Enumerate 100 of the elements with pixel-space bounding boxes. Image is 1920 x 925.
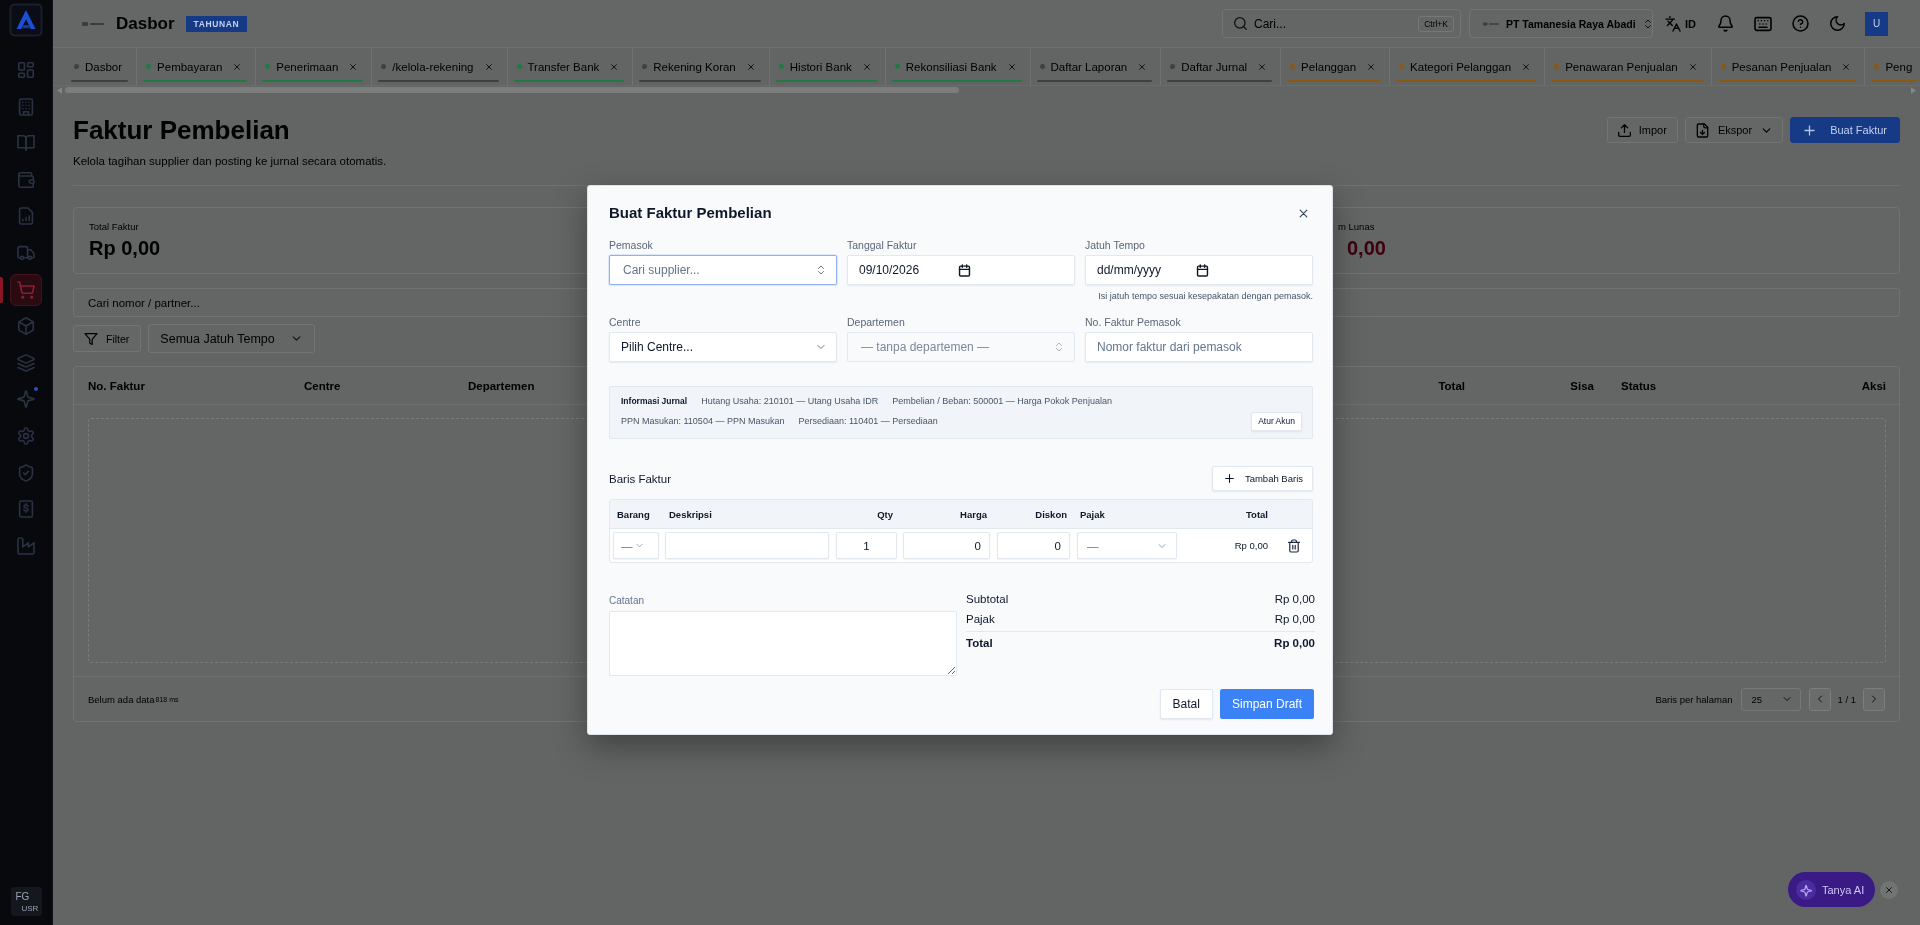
company-select[interactable]: PT Tamanesia Raya Abadi [1469,9,1653,38]
tab[interactable]: Rekening Koran [633,48,770,85]
field-label: Tanggal Faktur [847,239,917,252]
search-field[interactable]: Cari... Ctrl+K [1222,9,1461,38]
keyboard-icon[interactable] [1755,15,1771,32]
date-field[interactable]: 09/10/2026 [847,255,1075,285]
tab[interactable]: Daftar Jurnal [1161,48,1282,85]
tab[interactable]: Transfer Bank [507,48,634,85]
help-icon[interactable] [1793,16,1808,31]
company-logo-icon [1483,20,1499,27]
tax-select[interactable]: — [1077,532,1177,559]
tab[interactable]: Penawaran Penjualan [1545,48,1712,85]
updown-chevron-icon [816,265,826,275]
export-button[interactable]: Ekspor [1684,117,1784,143]
date-field[interactable]: dd/mm/yyyy [1085,255,1313,285]
quantity-field[interactable]: 1 [836,532,897,559]
calendar-icon [1197,264,1208,276]
user-avatar[interactable]: U [1865,11,1888,36]
shield-check-icon [18,464,34,481]
close-icon [1885,885,1894,894]
field-hint: Isi jatuh tempo sesuai kesepakatan dengan pemasok. [1098,290,1313,302]
user-initials: FG [15,891,30,903]
create-button[interactable]: Buat Faktur [1790,117,1900,143]
moon-icon[interactable] [1830,16,1845,31]
column-header: Diskon [1035,508,1067,520]
add-row-button[interactable]: Tambah Baris [1211,466,1313,491]
save-button[interactable]: Simpan Draft [1219,689,1314,719]
header-title: Dasbor [116,12,175,35]
tab[interactable]: Peng [1865,48,1920,85]
bell-icon[interactable] [1718,16,1733,31]
due-date-select[interactable]: Semua Jatuh Tempo [148,324,315,353]
stat-value: Rp 0,00 [89,236,161,261]
translate-icon [1666,16,1680,31]
tab[interactable]: /kelola-rekening [372,48,508,85]
settings-icon [18,427,34,444]
account-settings-button[interactable]: Atur Akun [1251,411,1302,431]
package-icon [18,318,34,335]
language-button[interactable]: ID [1666,16,1696,31]
dashboard-grid-icon [18,62,34,78]
next-page-button[interactable] [1863,687,1885,711]
page-subtitle: Kelola tagihan supplier dan posting ke jurnal secara otomatis. [73,154,387,169]
tab[interactable]: Histori Bank [769,48,886,85]
plus-icon [1223,473,1235,484]
combobox[interactable]: Cari supplier... [609,255,837,285]
updown-chevron-icon [1642,18,1653,29]
tab[interactable]: Kategori Pelanggan [1390,48,1546,85]
user-avatar[interactable]: FG USR [10,887,42,916]
scroll-left-icon [57,86,62,94]
column-header: Total [1246,508,1268,520]
empty-table-text: Belum ada data [88,693,155,705]
tab[interactable]: Rekonsiliasi Bank [885,48,1031,85]
description-field[interactable] [665,532,829,559]
column-header: Sisa [1570,379,1594,392]
dollar-document-icon [18,501,34,518]
previous-page-button[interactable] [1808,687,1831,711]
item-select[interactable]: — [613,532,659,559]
close-button[interactable] [1880,880,1899,899]
tab[interactable]: Pesanan Penjualan [1711,48,1866,85]
journal-account-text: Persediaan: 110401 — Persediaan [798,416,938,426]
chevron-down-icon [290,333,302,344]
column-header: Harga [960,508,987,520]
scrollbar-thumb[interactable] [65,87,959,93]
select-dropdown[interactable]: Pilih Centre... [609,332,837,362]
tab[interactable]: Daftar Laporan [1030,48,1162,85]
line-total-text: Rp 0,00 [1234,540,1268,551]
tab[interactable]: Pembayaran [137,48,257,85]
shopping-cart-icon [18,281,34,298]
chevron-right-icon [1869,694,1879,704]
section-title: Baris Faktur [609,472,671,485]
period-badge: TAHUNAN [185,15,248,32]
stat-label: Total Faktur [89,221,139,233]
rows-per-page-select[interactable]: 25 [1740,687,1801,711]
scroll-right-icon [1911,86,1916,94]
text-field[interactable]: Nomor faktur dari pemasok [1085,332,1313,362]
summary-label: Total [966,636,993,649]
active-indicator [0,276,3,303]
column-header: Status [1621,379,1657,392]
column-header: Qty [877,508,893,520]
notes-field[interactable] [609,611,957,676]
ask-ai-button[interactable]: Tanya AI [1788,872,1876,907]
close-icon[interactable] [1298,207,1309,219]
trash-icon[interactable] [1287,539,1300,552]
cancel-button[interactable]: Batal [1159,689,1213,719]
tab[interactable]: Pelanggan [1281,48,1391,85]
price-field[interactable]: 0 [903,532,990,559]
filter-button[interactable]: Filter [73,325,142,352]
column-header: Departemen [468,379,535,392]
building-icon [18,98,34,115]
discount-field[interactable]: 0 [997,532,1070,559]
tab[interactable]: Penerimaan [256,48,373,85]
sidebar-nav-button[interactable] [10,273,42,306]
column-header: No. Faktur [88,379,145,392]
tab[interactable]: Dasbor [65,48,138,85]
column-header: Total [1438,379,1465,392]
layers-icon [18,354,34,371]
summary-label: Pajak [966,613,995,625]
field-label: No. Faktur Pemasok [1085,316,1181,329]
chevron-down-icon [634,541,644,550]
page-title: Faktur Pembelian [73,114,290,146]
import-button[interactable]: Impor [1606,117,1678,143]
